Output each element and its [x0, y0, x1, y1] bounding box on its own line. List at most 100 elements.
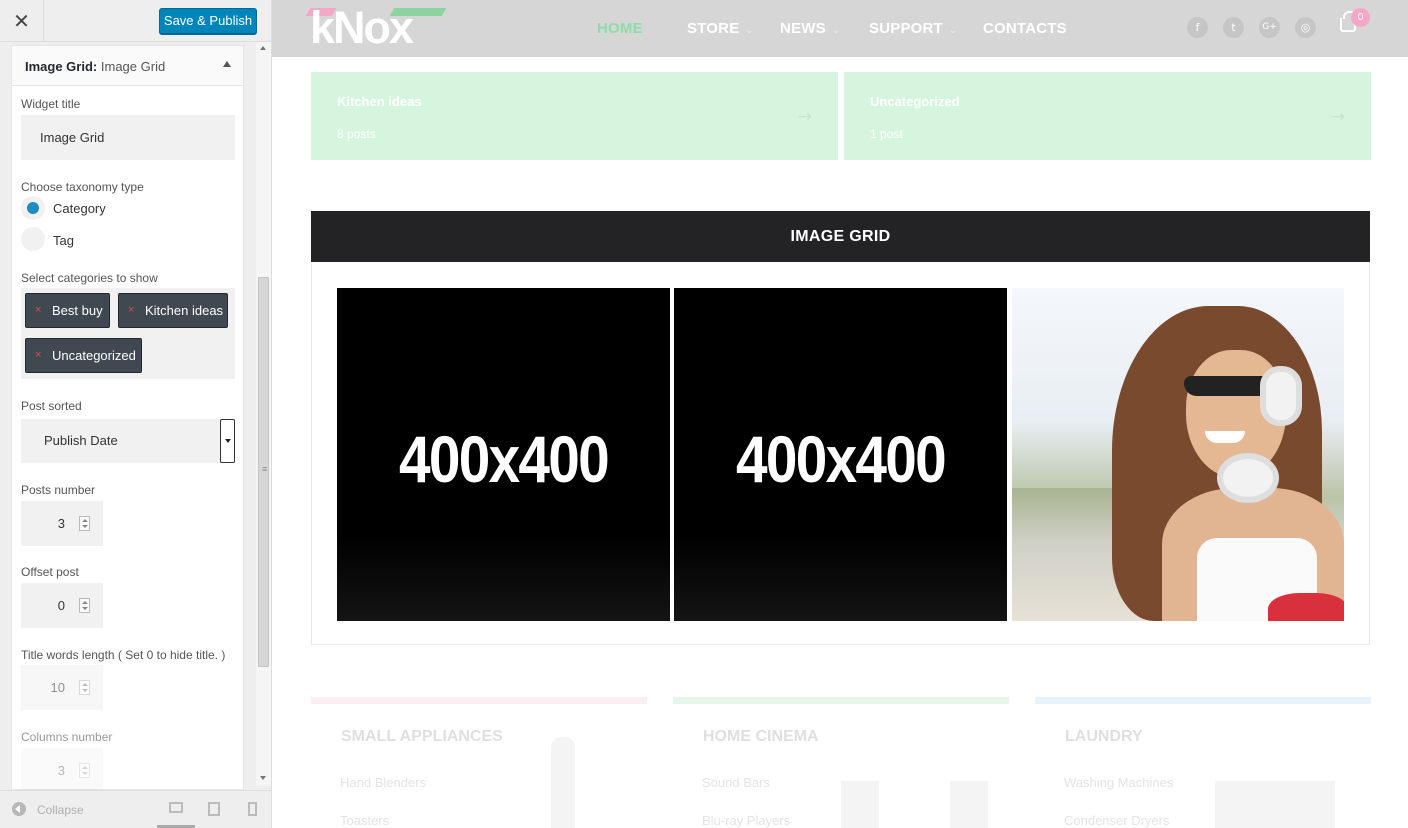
collapse-arrow-icon[interactable] — [223, 61, 231, 67]
spinner-icon[interactable] — [79, 598, 90, 613]
spinner-icon[interactable] — [79, 763, 90, 778]
scroll-up-icon[interactable] — [260, 46, 266, 50]
nav-label: SUPPORT — [869, 20, 943, 37]
scroll-down-icon[interactable] — [260, 776, 266, 780]
grip-icon: ≡ — [262, 464, 268, 474]
title-words-label: Title words length ( Set 0 to hide title… — [21, 648, 226, 662]
site-header: kNox HOME STORE ⌄ NEWS ⌄ SUPPORT ⌄ CONTACTS… — [272, 0, 1408, 57]
placeholder-text: 400x400 — [736, 422, 947, 496]
posts-number-label: Posts number — [21, 483, 96, 497]
section-accent-bar — [311, 697, 647, 704]
offset-post-value: 0 — [57, 598, 65, 613]
nav-label: STORE — [687, 20, 740, 37]
radio-category[interactable] — [21, 196, 45, 220]
category-card-kitchen-ideas[interactable]: Kitchen ideas 8 posts → — [311, 57, 838, 160]
section-small-appliances[interactable]: SMALL APPLIANCES Hand Blenders Toasters — [311, 697, 647, 828]
taxonomy-label: Choose taxonomy type — [21, 180, 144, 194]
category-chip-best-buy[interactable]: × Best buy — [25, 293, 110, 328]
woman-with-headphones-photo[interactable] — [1012, 288, 1344, 621]
spinner-icon[interactable] — [79, 516, 90, 531]
post-sorted-label: Post sorted — [21, 399, 82, 413]
site-preview: kNox HOME STORE ⌄ NEWS ⌄ SUPPORT ⌄ CONTACTS… — [272, 0, 1408, 828]
widget-heading: Image Grid: Image Grid — [25, 59, 166, 74]
widget-instance-name: Image Grid — [100, 59, 166, 74]
close-icon[interactable]: ✕ — [0, 0, 44, 42]
scroll-thumb[interactable]: ≡ — [258, 277, 269, 667]
columns-number-label: Columns number — [21, 730, 113, 744]
grid-image-placeholder[interactable]: 400x400 — [674, 288, 1007, 621]
facebook-icon[interactable]: f — [1187, 17, 1208, 38]
collapse-button[interactable]: Collapse — [37, 803, 84, 817]
category-chip-kitchen-ideas[interactable]: × Kitchen ideas — [118, 293, 228, 328]
post-sorted-select[interactable]: Publish Date — [21, 419, 235, 463]
cart-count-badge: 0 — [1351, 8, 1370, 27]
customizer-footer: Collapse — [0, 790, 271, 828]
section-link[interactable]: Hand Blenders — [340, 775, 426, 790]
section-accent-bar — [673, 697, 1009, 704]
desktop-preview-icon[interactable] — [169, 802, 183, 813]
section-link[interactable]: Sound Bars — [702, 775, 770, 790]
blender-image — [551, 737, 575, 828]
nav-home[interactable]: HOME — [597, 20, 643, 37]
twitter-icon[interactable]: t — [1223, 17, 1244, 38]
section-home-cinema[interactable]: HOME CINEMA Sound Bars Blu-ray Players — [673, 697, 1009, 828]
section-link[interactable]: Toasters — [340, 813, 389, 828]
category-chip-uncategorized[interactable]: × Uncategorized — [25, 338, 142, 373]
title-words-input[interactable]: 10 — [21, 665, 103, 710]
section-laundry[interactable]: LAUNDRY Washing Machines Condenser Dryer… — [1035, 697, 1371, 828]
section-accent-bar — [1035, 697, 1371, 704]
chevron-down-icon: ⌄ — [948, 25, 958, 36]
grid-image-placeholder[interactable]: 400x400 — [337, 288, 670, 621]
chevron-down-icon[interactable] — [220, 419, 235, 463]
offset-post-input[interactable]: 0 — [21, 583, 103, 628]
nav-store[interactable]: STORE ⌄ — [687, 20, 754, 37]
radio-tag[interactable] — [21, 227, 45, 251]
tablet-preview-icon[interactable] — [208, 802, 220, 816]
image-grid-title: IMAGE GRID — [311, 211, 1370, 262]
speaker-image — [841, 781, 879, 828]
widget-title-input[interactable]: Image Grid — [21, 115, 235, 160]
remove-icon[interactable]: × — [35, 294, 41, 327]
category-chip-label: Kitchen ideas — [145, 303, 224, 318]
sunglasses-icon — [1184, 376, 1272, 396]
radio-tag-label: Tag — [53, 233, 74, 248]
widget-header[interactable]: Image Grid: Image Grid — [12, 46, 243, 86]
category-card-uncategorized[interactable]: Uncategorized 1 post → — [844, 57, 1371, 160]
remove-icon[interactable]: × — [128, 294, 134, 327]
save-publish-button[interactable]: Save & Publish — [159, 8, 257, 34]
mobile-preview-icon[interactable] — [248, 802, 257, 816]
spinner-icon[interactable] — [79, 680, 90, 695]
posts-number-value: 3 — [57, 516, 65, 531]
collapse-icon[interactable] — [12, 802, 26, 816]
category-chip-label: Uncategorized — [52, 348, 136, 363]
columns-number-input[interactable]: 3 — [21, 748, 103, 789]
nav-support[interactable]: SUPPORT ⌄ — [869, 20, 958, 37]
title-words-value: 10 — [50, 680, 65, 695]
nav-contacts[interactable]: CONTACTS — [983, 20, 1067, 37]
arrow-right-icon: → — [1330, 107, 1345, 127]
categories-multiselect[interactable]: × Best buy × Kitchen ideas × Uncategorized — [21, 288, 235, 379]
chevron-down-icon: ⌄ — [831, 25, 841, 36]
chevron-down-icon: ⌄ — [745, 25, 754, 36]
category-chip-label: Best buy — [52, 303, 103, 318]
photo-red-item — [1268, 593, 1344, 621]
section-link[interactable]: Condenser Dryers — [1064, 813, 1170, 828]
section-title: LAUNDRY — [1065, 728, 1143, 745]
categories-label: Select categories to show — [21, 271, 158, 285]
instagram-icon[interactable]: ◎ — [1295, 17, 1316, 38]
remove-icon[interactable]: × — [35, 339, 41, 372]
nav-label: HOME — [597, 20, 643, 37]
google-plus-icon[interactable]: G+ — [1259, 17, 1280, 38]
category-card-title: Uncategorized — [870, 94, 960, 109]
washing-machine-image — [1215, 781, 1335, 828]
section-title: SMALL APPLIANCES — [341, 728, 503, 745]
headphones-icon — [1217, 453, 1279, 503]
nav-news[interactable]: NEWS ⌄ — [780, 20, 840, 37]
section-link[interactable]: Blu-ray Players — [702, 813, 790, 828]
section-link[interactable]: Washing Machines — [1064, 775, 1173, 790]
posts-number-input[interactable]: 3 — [21, 501, 103, 546]
placeholder-text: 400x400 — [399, 422, 610, 496]
category-card-count: 1 post — [870, 127, 903, 141]
site-logo[interactable]: kNox — [310, 2, 414, 54]
sidebar-scrollbar[interactable]: ≡ — [256, 42, 271, 786]
